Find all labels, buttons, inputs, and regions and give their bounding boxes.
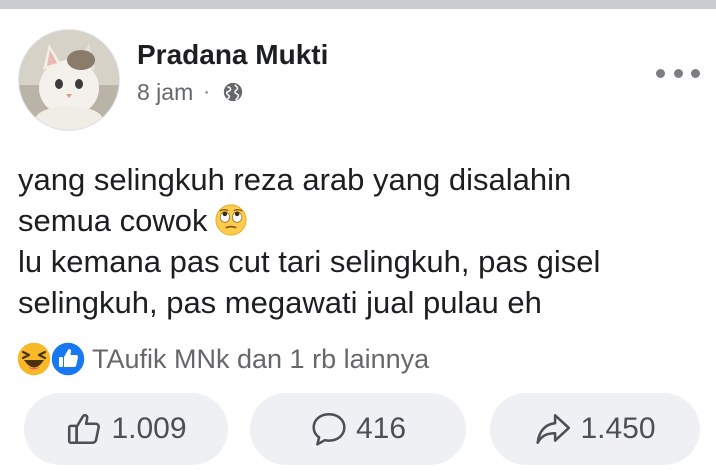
reaction-summary-text[interactable]: TAufik MNk dan 1 rb lainnya <box>92 344 429 375</box>
comment-count: 416 <box>355 412 407 445</box>
facebook-post: Pradana Mukti 8 jam · yang selingkuh rez… <box>0 9 716 472</box>
reactions-summary[interactable]: TAufik MNk dan 1 rb lainnya <box>16 339 429 379</box>
share-arrow-icon <box>536 414 571 444</box>
like-button[interactable]: 1.009 <box>24 393 228 465</box>
meta-separator: · <box>203 80 210 103</box>
like-reaction-icon <box>50 341 86 377</box>
post-text-line: semua cowok <box>18 203 208 238</box>
share-button[interactable]: 1.450 <box>490 393 700 465</box>
globe-icon[interactable] <box>222 81 244 103</box>
top-divider <box>0 0 716 9</box>
haha-reaction-icon <box>16 341 52 377</box>
thumbs-up-icon <box>68 413 101 444</box>
author-name[interactable]: Pradana Mukti <box>137 39 328 71</box>
avatar-cat-image <box>19 30 119 130</box>
reaction-icons <box>16 339 92 379</box>
post-text-line: yang selingkuh reza arab yang disalahin <box>18 162 572 197</box>
avatar[interactable] <box>18 29 120 131</box>
post-text-line-with-emoji: semua cowok <box>18 200 698 241</box>
post-header: Pradana Mukti 8 jam · <box>0 9 716 139</box>
post-meta: 8 jam · <box>137 79 244 105</box>
post-actions: 1.009 416 1.450 <box>0 393 716 467</box>
post-text: yang selingkuh reza arab yang disalahin … <box>18 159 698 323</box>
post-text-line: lu kemana pas cut tari selingkuh, pas gi… <box>18 244 601 279</box>
more-options-icon[interactable] <box>656 65 700 81</box>
face-with-rolling-eyes-emoji <box>214 204 247 236</box>
post-text-line: selingkuh, pas megawati jual pulau eh <box>18 285 542 320</box>
comment-icon <box>312 412 346 446</box>
post-time[interactable]: 8 jam <box>137 79 193 106</box>
like-count: 1.009 <box>111 412 187 445</box>
share-count: 1.450 <box>580 412 656 445</box>
comment-button[interactable]: 416 <box>250 393 466 465</box>
